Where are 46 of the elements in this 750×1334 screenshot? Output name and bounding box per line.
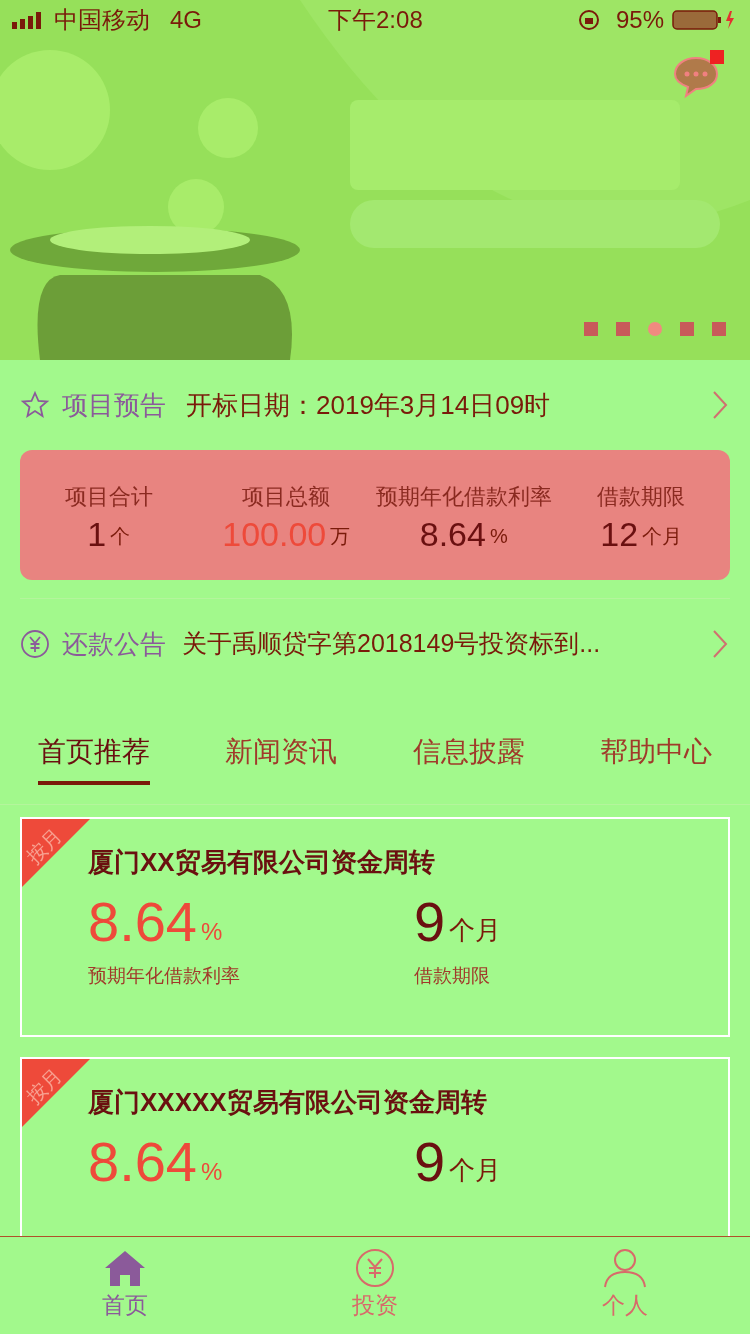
battery-percent: 95% (615, 5, 664, 35)
term-value: 9 (414, 894, 446, 950)
stat-label: 借款期限 (597, 482, 686, 511)
stat-value: 8.64 (419, 516, 486, 551)
stat-unit: 个 (110, 523, 131, 549)
stat-unit: % (489, 523, 508, 549)
nav-tab[interactable]: 首页 (101, 1248, 149, 1323)
carrier-name: 中国移动 (54, 5, 150, 35)
status-time: 下午2:08 (328, 5, 423, 35)
rate-value: 8.64 (88, 894, 197, 950)
project-title: 厦门XXXXX贸易有限公司资金周转 (88, 1086, 488, 1119)
term-unit: 个月 (449, 914, 502, 947)
stat-unit: 个月 (642, 523, 683, 549)
rate-value: 8.64 (88, 1134, 197, 1190)
section-title: 还款公告 (62, 627, 166, 661)
stat-label: 预期年化借款利率 (375, 482, 552, 511)
preview-text: 开标日期：2019年3月14日09时 (186, 388, 552, 422)
chevron-right-icon[interactable] (710, 389, 730, 421)
stat-unit: 万 (330, 523, 351, 549)
tab[interactable]: 首页推荐 (37, 731, 150, 785)
stat-value: 1 (87, 516, 107, 551)
stat-value: 12 (600, 516, 639, 551)
network-type: 4G (170, 5, 202, 35)
nav-tab[interactable]: 投资 (351, 1248, 399, 1323)
nav-tab[interactable]: 个人 (601, 1248, 649, 1323)
star-icon (20, 390, 50, 420)
rate-label: 预期年化借款利率 (88, 964, 241, 988)
tab[interactable]: 信息披露 (412, 731, 525, 785)
tab[interactable]: 新闻资讯 (225, 731, 338, 785)
term-unit: 个月 (449, 1154, 502, 1187)
stat-label: 项目总额 (242, 482, 331, 511)
rate-unit: % (201, 917, 223, 947)
chevron-right-icon[interactable] (710, 628, 730, 660)
term-value: 9 (414, 1134, 446, 1190)
notice-text[interactable]: 关于禹顺贷字第2018149号投资标到... (182, 625, 698, 663)
section-title: 项目预告 (62, 388, 166, 422)
yen-coin-icon (20, 629, 50, 659)
tab[interactable]: 帮助中心 (600, 731, 713, 785)
person-icon (601, 1248, 649, 1289)
stat-label: 项目合计 (64, 482, 153, 511)
project-card[interactable]: 按月 厦门XX贸易有限公司资金周转 8.64% 预期年化借款利率 9 个月 借款期限 (20, 817, 730, 1037)
stat-value: 100.00 (222, 516, 327, 551)
rotation-lock-icon (577, 9, 600, 31)
rate-unit: % (201, 1157, 223, 1187)
term-label: 借款期限 (414, 964, 491, 988)
project-title: 厦门XX贸易有限公司资金周转 (88, 846, 436, 879)
